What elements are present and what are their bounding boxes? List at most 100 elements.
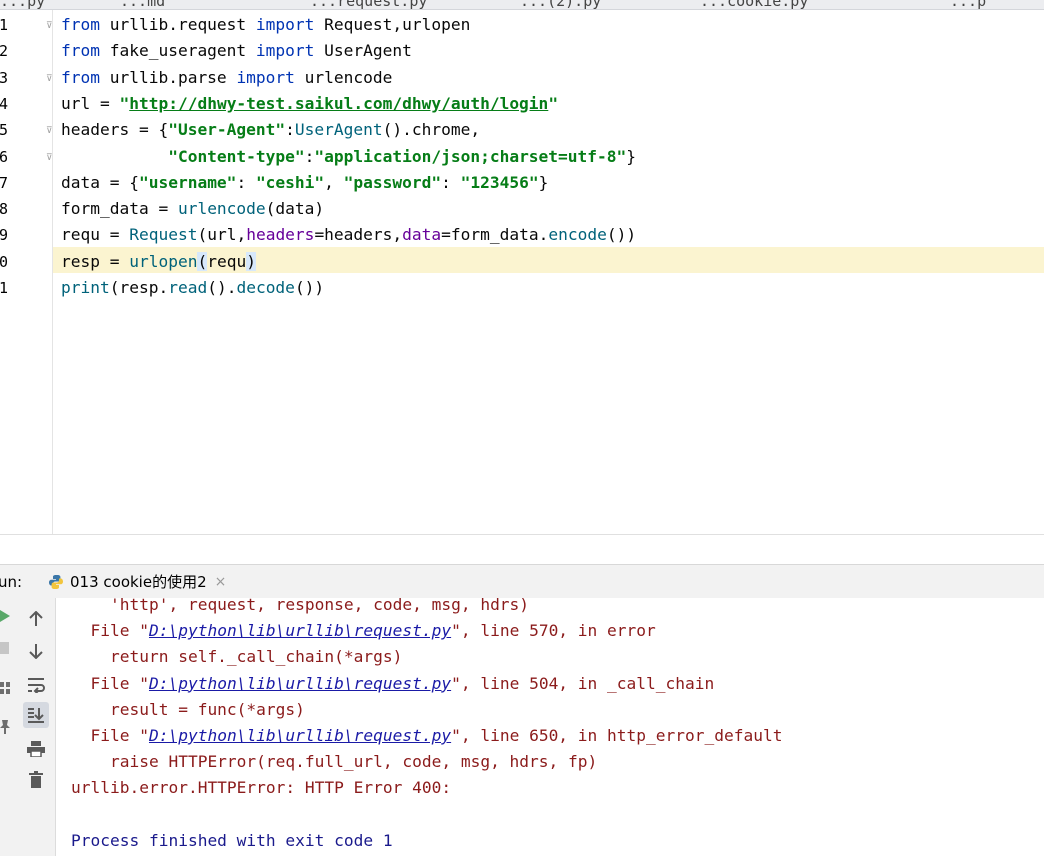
code-token: import [236,67,295,87]
code-token: headers = { [61,120,169,140]
console-text: File " [90,673,149,693]
code-token: , [470,120,481,140]
console-text: result = func(*args) [109,699,305,719]
code-token: "application/json;charset=utf-8" [314,146,627,166]
code-line[interactable]: print(resp.read().decode()) [61,275,324,301]
scroll-down-button[interactable] [23,638,49,664]
console-line: urllib.error.HTTPError: HTTP Error 400: [71,775,451,801]
line-number: 1 [0,279,9,297]
close-icon[interactable]: × [215,574,227,590]
console-text: Process finished with exit code 1 [71,830,393,850]
code-token: from [61,15,100,34]
code-line[interactable]: requ = Request(url,headers=headers,data=… [61,222,636,248]
run-console[interactable]: 'http', request, response, code, msg, hd… [0,595,1044,856]
layout-icon[interactable] [0,682,10,694]
line-number: 0 [0,252,9,271]
console-line: File "D:\python\lib\urllib\request.py", … [71,671,715,697]
console-line: Process finished with exit code 1 [71,828,393,854]
clear-all-button[interactable] [23,766,49,792]
run-label: un: [0,573,23,591]
code-token: encode [548,225,607,245]
code-token: "User-Agent" [168,120,286,140]
code-line[interactable]: resp = urlopen(requ) [61,249,256,275]
fold-marker-icon[interactable]: ⊽ [46,21,55,31]
code-line[interactable]: from urllib.request import Request,urlop… [61,12,470,38]
line-number: 2 [0,42,9,61]
code-token: from [61,67,100,87]
scroll-up-button[interactable] [23,606,49,632]
editor-tab[interactable]: ...cookie.py [700,0,808,9]
print-button[interactable] [23,736,49,762]
code-token: urlencode [294,67,393,87]
printer-icon [27,741,45,757]
code-token: "ceshi" [255,172,325,192]
code-token: (). [207,278,237,297]
line-number: 7 [0,173,9,192]
stop-icon[interactable] [0,642,9,654]
code-token: headers [246,225,315,245]
file-link[interactable]: D:\python\lib\urllib\request.py [149,621,451,640]
code-token: "Content-type" [168,146,305,166]
code-token: , [236,225,247,245]
fold-marker-icon[interactable]: ⊽ [46,153,55,163]
code-line[interactable]: data = {"username": "ceshi", "password":… [61,170,548,196]
code-token: urlopen [402,15,471,34]
fold-marker-icon[interactable]: ⊽ [46,74,55,84]
editor-tab[interactable]: ...md [120,0,165,9]
line-number: 4 [0,94,9,113]
python-icon [49,574,63,589]
editor-tab[interactable]: ...p [950,0,986,9]
code-token: , [392,225,403,245]
editor-tab-strip: ...py ...md ...request.py ...(2).py ...c… [0,0,1044,10]
run-config-name: 013 cookie的使用2 [70,573,207,591]
code-token: "123456" [460,172,539,192]
line-number: 8 [0,200,9,219]
code-token: import [255,15,315,34]
soft-wrap-icon [28,678,45,693]
console-text: raise HTTPError(req.full_url, code, msg,… [109,752,598,772]
console-text: File " [90,621,149,641]
code-token: chrome [411,120,471,140]
console-line: File "D:\python\lib\urllib\request.py", … [71,618,656,644]
fold-marker-icon[interactable]: ⊽ [46,126,55,136]
console-text: ", line 650, in http_error_default [451,726,783,745]
code-line[interactable]: from fake_useragent import UserAgent [61,38,412,64]
soft-wrap-button[interactable] [23,672,49,698]
file-link[interactable]: D:\python\lib\urllib\request.py [149,726,451,745]
code-token: urlopen [129,251,198,271]
code-line[interactable]: url = "http://dhwy-test.saikul.com/dhwy/… [61,91,558,117]
console-line: File "D:\python\lib\urllib\request.py", … [71,723,783,749]
arrow-up-icon [29,611,43,626]
editor-tab[interactable]: ...(2).py [520,0,601,9]
console-text: File " [90,726,149,745]
file-link[interactable]: D:\python\lib\urllib\request.py [149,674,451,693]
rerun-icon[interactable] [0,610,10,622]
editor-tab[interactable]: ...request.py [310,0,427,9]
editor-tab[interactable]: ...py [0,0,45,9]
code-token: form_data = [61,199,178,219]
code-token: Request [314,15,393,34]
code-token: from [61,41,100,61]
code-line[interactable]: "Content-type":"application/json;charset… [61,144,636,170]
line-number: 6 [0,147,9,166]
code-line[interactable]: from urllib.parse import urlencode [61,65,392,91]
code-token: ()) [294,278,325,297]
code-token: print [61,278,110,297]
console-line: return self._call_chain(*args) [71,644,402,670]
code-token: decode [236,278,295,297]
code-line[interactable]: headers = {"User-Agent":UserAgent().chro… [61,117,480,143]
pin-icon[interactable] [0,720,10,734]
console-line: result = func(*args) [71,697,305,723]
code-line[interactable]: form_data = urlencode(data) [61,196,324,222]
code-editor[interactable]: 1 2 3 4 5 6 7 8 9 0 1 ⊽ ⊽ ⊽ ⊽ from urllib.request impo… [0,10,1044,534]
code-token: ()) [606,225,637,245]
code-token: (). [382,120,412,140]
console-text: ", line 570, in error [451,621,656,641]
scroll-to-end-button[interactable] [23,702,49,728]
panel-splitter[interactable] [0,534,1044,565]
